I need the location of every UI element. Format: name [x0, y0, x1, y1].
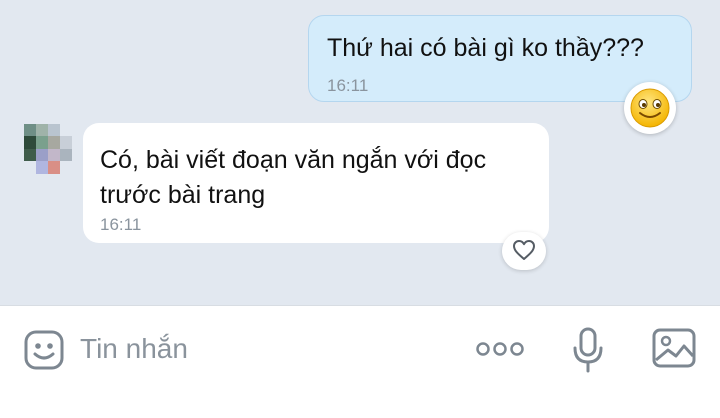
chat-area: Thứ hai có bài gì ko thầy??? 16:11 Có, b…	[0, 0, 720, 305]
avatar-image	[24, 124, 72, 174]
send-image-button[interactable]	[650, 326, 700, 372]
message-input-bar	[0, 305, 720, 396]
microphone-icon	[573, 327, 603, 373]
more-options-button[interactable]	[472, 334, 528, 364]
emoji-sticker-icon	[24, 330, 64, 370]
received-message-text: Có, bài viết đoạn văn ngắn với đọc trước…	[100, 146, 487, 209]
sent-message-time: 16:11	[327, 76, 369, 95]
received-message-bubble[interactable]: Có, bài viết đoạn văn ngắn với đọc trước…	[83, 123, 549, 243]
emoji-button[interactable]	[22, 328, 66, 372]
voice-message-button[interactable]	[570, 326, 606, 374]
image-gallery-icon	[652, 328, 696, 368]
contact-avatar[interactable]	[24, 124, 72, 174]
sent-message-reaction[interactable]	[624, 82, 676, 134]
bottom-area	[0, 395, 720, 418]
more-dots-icon	[476, 342, 524, 356]
react-heart-button[interactable]	[502, 232, 546, 270]
message-input[interactable]	[80, 326, 460, 372]
smiley-emoji-icon	[630, 88, 670, 128]
sent-message-text: Thứ hai có bài gì ko thầy???	[327, 34, 644, 62]
heart-icon	[513, 240, 535, 260]
received-message-time: 16:11	[100, 215, 142, 234]
